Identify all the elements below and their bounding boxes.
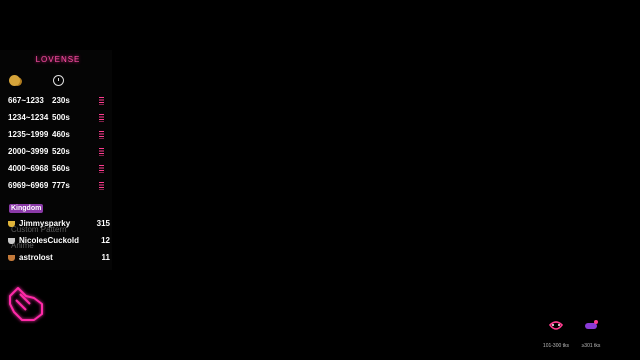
level-row: 2000~3999 520s	[8, 146, 108, 158]
leaderboard-row: astrolost 11	[8, 252, 110, 264]
level-range: 1235~1999	[8, 130, 49, 139]
leaderboard-username: NicolesCuckold	[19, 236, 80, 245]
level-duration: 500s	[52, 113, 70, 122]
leaderboard-points: 11	[101, 253, 110, 262]
level-row: 1234~1234 500s	[8, 112, 108, 124]
clock-icon	[53, 75, 64, 86]
level-range: 667~1233	[8, 96, 44, 105]
brand-logo: LOVENSE	[35, 55, 81, 64]
vibration-level-icon	[99, 165, 104, 173]
level-duration: 230s	[52, 96, 70, 105]
vibration-level-icon	[99, 182, 104, 190]
vibration-level-icon	[99, 97, 104, 105]
tip-range-label: ≥301 tks	[581, 343, 601, 349]
level-duration: 520s	[52, 147, 70, 156]
leaderboard-title: Kingdom	[9, 204, 44, 213]
trophy-icon	[8, 221, 15, 227]
tip-level-item: 101-300 tks	[542, 317, 570, 349]
leaderboard-username: Jimmysparky	[19, 219, 71, 228]
vibration-level-icon	[99, 131, 104, 139]
tip-level-item: ≥301 tks	[577, 317, 605, 349]
hand-tip-icon	[9, 287, 43, 321]
leaderboard-username: astrolost	[19, 253, 53, 262]
leaderboard-points: 315	[96, 219, 110, 228]
level-row: 667~1233 230s	[8, 95, 108, 107]
vibration-level-icon	[99, 114, 104, 122]
level-range: 1234~1234	[8, 113, 49, 122]
level-row: 6969~6969 777s	[8, 180, 108, 192]
level-row: 1235~1999 460s	[8, 129, 108, 141]
leaderboard-points: 12	[101, 236, 110, 245]
trophy-icon	[8, 238, 15, 244]
level-range: 4000~6968	[8, 164, 49, 173]
toy-icon	[585, 320, 598, 329]
level-duration: 460s	[52, 130, 70, 139]
level-row: 4000~6968 560s	[8, 163, 108, 175]
coins-icon	[9, 75, 20, 86]
level-duration: 777s	[52, 181, 70, 190]
leaderboard-row: NicolesCuckold 12	[8, 235, 110, 247]
leaderboard-row: Jimmysparky 315	[8, 218, 110, 230]
level-range: 6969~6969	[8, 181, 49, 190]
level-range: 2000~3999	[8, 147, 49, 156]
level-duration: 560s	[52, 164, 70, 173]
tip-range-label: 101-300 tks	[542, 343, 570, 349]
trophy-icon	[8, 255, 15, 261]
lips-icon	[548, 321, 564, 330]
vibration-level-icon	[99, 148, 104, 156]
